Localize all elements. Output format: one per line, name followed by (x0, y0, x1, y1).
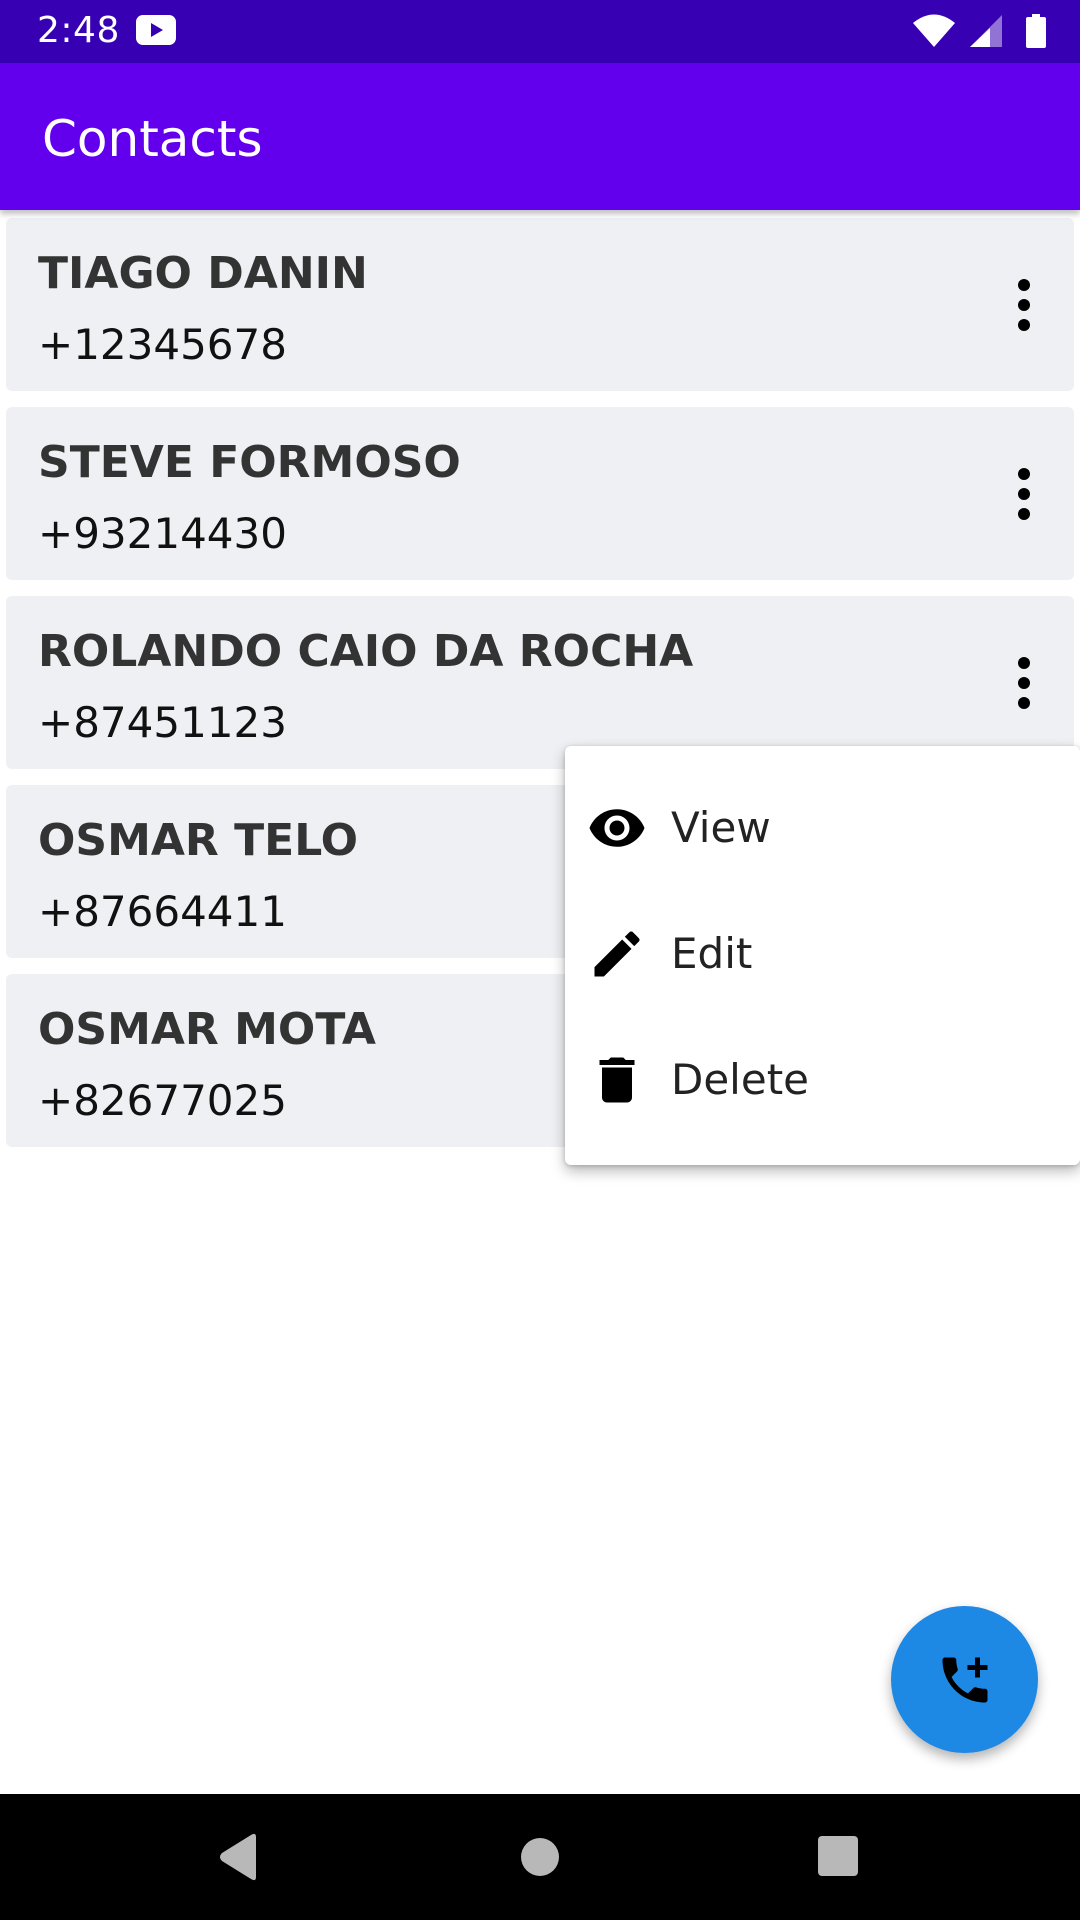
more-options-button[interactable] (996, 270, 1052, 340)
status-time: 2:48 (37, 10, 120, 51)
signal-icon (968, 14, 1004, 48)
more-vert-icon (1018, 468, 1030, 520)
contact-name: STEVE FORMOSO (38, 437, 461, 488)
contact-name: OSMAR MOTA (38, 1004, 376, 1055)
add-call-icon (935, 1650, 995, 1710)
menu-item-label: View (671, 803, 771, 852)
contact-phone: +87664411 (38, 887, 287, 936)
more-options-button[interactable] (996, 459, 1052, 529)
navigation-bar (0, 1794, 1080, 1920)
menu-item-view[interactable]: View (565, 765, 1080, 891)
contact-phone: +93214430 (38, 509, 287, 558)
battery-icon (1026, 14, 1046, 48)
page-title: Contacts (42, 110, 263, 168)
status-bar: 2:48 (0, 0, 1080, 63)
contact-name: OSMAR TELO (38, 815, 359, 866)
contact-phone: +12345678 (38, 320, 287, 369)
contact-name: TIAGO DANIN (38, 248, 368, 299)
app-bar: Contacts (0, 63, 1080, 210)
add-contact-button[interactable] (891, 1606, 1038, 1753)
pencil-icon (587, 924, 647, 984)
more-vert-icon (1018, 657, 1030, 709)
menu-item-label: Edit (671, 929, 753, 978)
home-button[interactable] (519, 1832, 561, 1882)
contact-name: ROLANDO CAIO DA ROCHA (38, 626, 694, 677)
menu-item-label: Delete (671, 1055, 809, 1104)
recents-button[interactable] (817, 1835, 859, 1877)
contact-card[interactable]: TIAGO DANIN +12345678 (6, 218, 1074, 391)
contact-card[interactable]: STEVE FORMOSO +93214430 (6, 407, 1074, 580)
back-icon (220, 1833, 256, 1881)
menu-item-delete[interactable]: Delete (565, 1017, 1080, 1143)
contact-phone: +82677025 (38, 1076, 287, 1125)
contact-phone: +87451123 (38, 698, 287, 747)
eye-icon (587, 798, 647, 858)
home-icon (521, 1838, 559, 1876)
popup-menu: View Edit Delete (565, 746, 1080, 1165)
trash-icon (587, 1050, 647, 1110)
more-vert-icon (1018, 279, 1030, 331)
more-options-button[interactable] (996, 648, 1052, 718)
screen: 2:48 Contacts TIAGO DANIN +12345678 STEV… (0, 0, 1080, 1920)
wifi-icon (912, 14, 956, 48)
contact-card[interactable]: ROLANDO CAIO DA ROCHA +87451123 (6, 596, 1074, 769)
back-button[interactable] (216, 1832, 262, 1882)
recents-icon (818, 1836, 858, 1876)
menu-item-edit[interactable]: Edit (565, 891, 1080, 1017)
youtube-icon (136, 15, 176, 45)
